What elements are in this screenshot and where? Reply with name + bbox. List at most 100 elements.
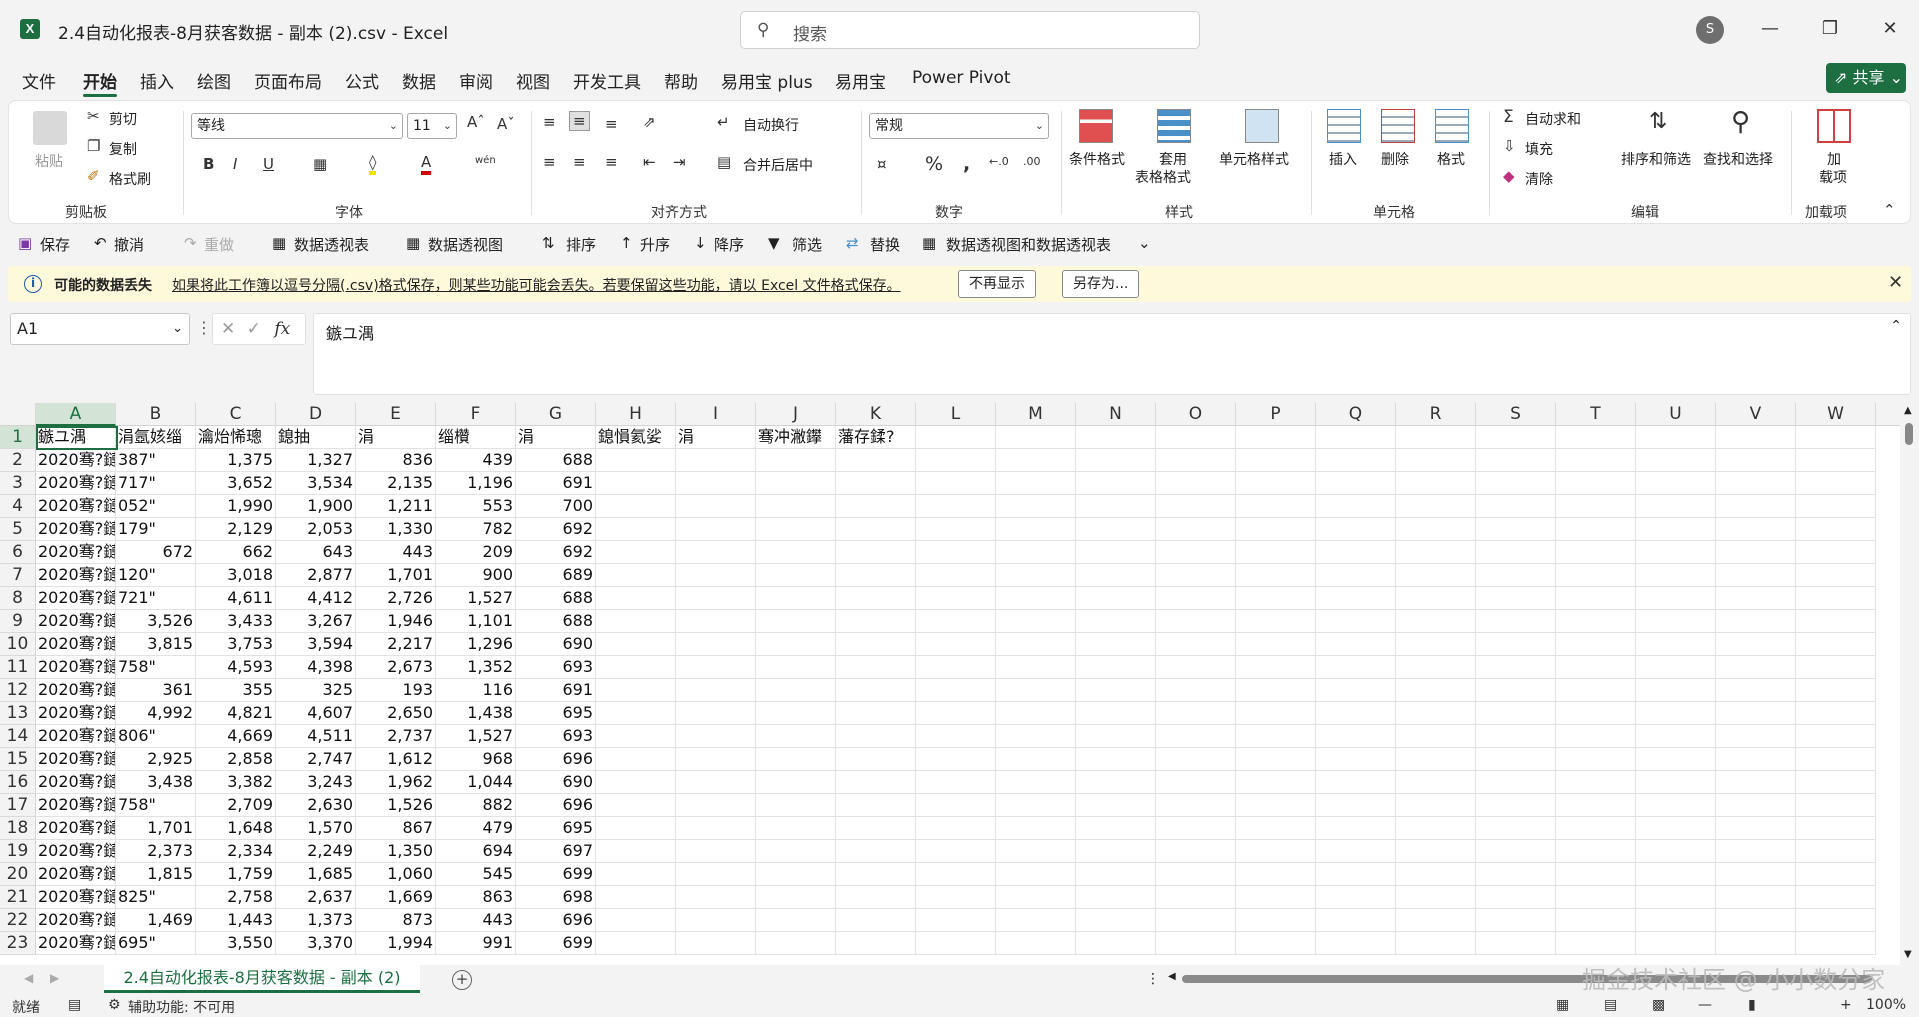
fill-icon[interactable]: ⇩: [1503, 137, 1516, 155]
header-cell[interactable]: [1796, 426, 1876, 449]
table-cell[interactable]: [676, 449, 756, 472]
table-cell[interactable]: [996, 863, 1076, 886]
table-cell[interactable]: [1396, 564, 1476, 587]
header-cell[interactable]: 涓: [356, 426, 436, 449]
table-cell[interactable]: [1076, 909, 1156, 932]
table-cell[interactable]: [1636, 495, 1716, 518]
table-cell[interactable]: [596, 541, 676, 564]
table-cell[interactable]: [1396, 472, 1476, 495]
table-cell[interactable]: 193: [356, 679, 436, 702]
table-cell[interactable]: [1796, 794, 1876, 817]
table-cell[interactable]: 2,334: [196, 840, 276, 863]
undo-icon[interactable]: ↶: [94, 234, 107, 252]
header-cell[interactable]: 鎴抽: [276, 426, 356, 449]
table-cell[interactable]: [596, 587, 676, 610]
increase-font-icon[interactable]: Aˆ: [467, 113, 485, 131]
table-cell[interactable]: [1156, 932, 1236, 955]
table-cell[interactable]: [1236, 472, 1316, 495]
table-cell[interactable]: [916, 840, 996, 863]
table-cell[interactable]: [1156, 610, 1236, 633]
table-cell[interactable]: [596, 725, 676, 748]
sort-button[interactable]: 排序: [566, 234, 596, 255]
row-header[interactable]: 15: [0, 748, 36, 771]
table-cell[interactable]: [1636, 886, 1716, 909]
row-header[interactable]: 10: [0, 633, 36, 656]
table-cell[interactable]: [1076, 886, 1156, 909]
border-icon[interactable]: ▦: [313, 155, 327, 173]
table-cell[interactable]: [676, 518, 756, 541]
table-cell[interactable]: [1316, 863, 1396, 886]
copy-icon[interactable]: ❐: [87, 137, 100, 155]
pivot-both-icon[interactable]: ▦: [922, 234, 936, 252]
column-header-h[interactable]: H: [596, 403, 676, 426]
table-cell[interactable]: [1316, 886, 1396, 909]
table-cell[interactable]: [1156, 633, 1236, 656]
table-cell[interactable]: 052": [116, 495, 196, 518]
row-header[interactable]: 4: [0, 495, 36, 518]
table-cell[interactable]: [676, 495, 756, 518]
table-cell[interactable]: 1,612: [356, 748, 436, 771]
table-cell[interactable]: 1,296: [436, 633, 516, 656]
table-cell[interactable]: [1236, 633, 1316, 656]
header-cell[interactable]: 涓氬姟缁: [116, 426, 196, 449]
number-format-select[interactable]: 常规 ⌄: [869, 113, 1049, 139]
fill-button[interactable]: 填充: [1525, 139, 1553, 159]
table-cell[interactable]: 3,382: [196, 771, 276, 794]
table-cell[interactable]: 2,373: [116, 840, 196, 863]
table-cell[interactable]: [1396, 541, 1476, 564]
table-cell[interactable]: [836, 472, 916, 495]
redo-button[interactable]: 重做: [204, 234, 234, 255]
table-cell[interactable]: 688: [516, 610, 596, 633]
table-cell[interactable]: 2020骞?鏈: [36, 909, 116, 932]
table-cell[interactable]: 1,990: [196, 495, 276, 518]
table-cell[interactable]: [1636, 840, 1716, 863]
table-cell[interactable]: [916, 564, 996, 587]
table-cell[interactable]: [836, 817, 916, 840]
row-header[interactable]: 20: [0, 863, 36, 886]
table-cell[interactable]: [1796, 725, 1876, 748]
prev-sheet-icon[interactable]: ◀: [24, 971, 33, 985]
table-cell[interactable]: [996, 748, 1076, 771]
table-cell[interactable]: 693: [516, 725, 596, 748]
table-cell[interactable]: 1,211: [356, 495, 436, 518]
table-cell[interactable]: 696: [516, 909, 596, 932]
table-cell[interactable]: [676, 702, 756, 725]
table-cell[interactable]: [1796, 610, 1876, 633]
table-cell[interactable]: [1396, 610, 1476, 633]
table-cell[interactable]: 1,570: [276, 817, 356, 840]
table-cell[interactable]: [1236, 587, 1316, 610]
table-cell[interactable]: [1556, 679, 1636, 702]
table-cell[interactable]: [1796, 748, 1876, 771]
bold-icon[interactable]: B: [203, 155, 214, 173]
table-cell[interactable]: 3,550: [196, 932, 276, 955]
table-cell[interactable]: [1156, 518, 1236, 541]
row-header[interactable]: 19: [0, 840, 36, 863]
table-cell[interactable]: [996, 679, 1076, 702]
table-cell[interactable]: [1076, 587, 1156, 610]
table-cell[interactable]: [1716, 518, 1796, 541]
table-cell[interactable]: [676, 633, 756, 656]
table-cell[interactable]: 355: [196, 679, 276, 702]
table-cell[interactable]: [916, 518, 996, 541]
collapse-formula-icon[interactable]: ⌃: [1890, 318, 1902, 334]
column-header-p[interactable]: P: [1236, 403, 1316, 426]
row-header[interactable]: 22: [0, 909, 36, 932]
redo-icon[interactable]: ↷: [184, 234, 197, 252]
table-cell[interactable]: [1476, 472, 1556, 495]
table-cell[interactable]: [996, 449, 1076, 472]
fill-color-icon[interactable]: ◊: [369, 153, 377, 175]
table-cell[interactable]: [1556, 656, 1636, 679]
table-cell[interactable]: 806": [116, 725, 196, 748]
header-cell[interactable]: 藩存鍒?: [836, 426, 916, 449]
table-cell[interactable]: [1076, 541, 1156, 564]
table-cell[interactable]: [1476, 564, 1556, 587]
table-cell[interactable]: [916, 610, 996, 633]
table-cell[interactable]: [1476, 656, 1556, 679]
table-cell[interactable]: [756, 541, 836, 564]
copy-button[interactable]: 复制: [109, 139, 137, 159]
table-cell[interactable]: 1,946: [356, 610, 436, 633]
table-cell[interactable]: 2020骞?鏈: [36, 587, 116, 610]
table-cell[interactable]: [996, 633, 1076, 656]
table-cell[interactable]: [676, 840, 756, 863]
table-cell[interactable]: 836: [356, 449, 436, 472]
